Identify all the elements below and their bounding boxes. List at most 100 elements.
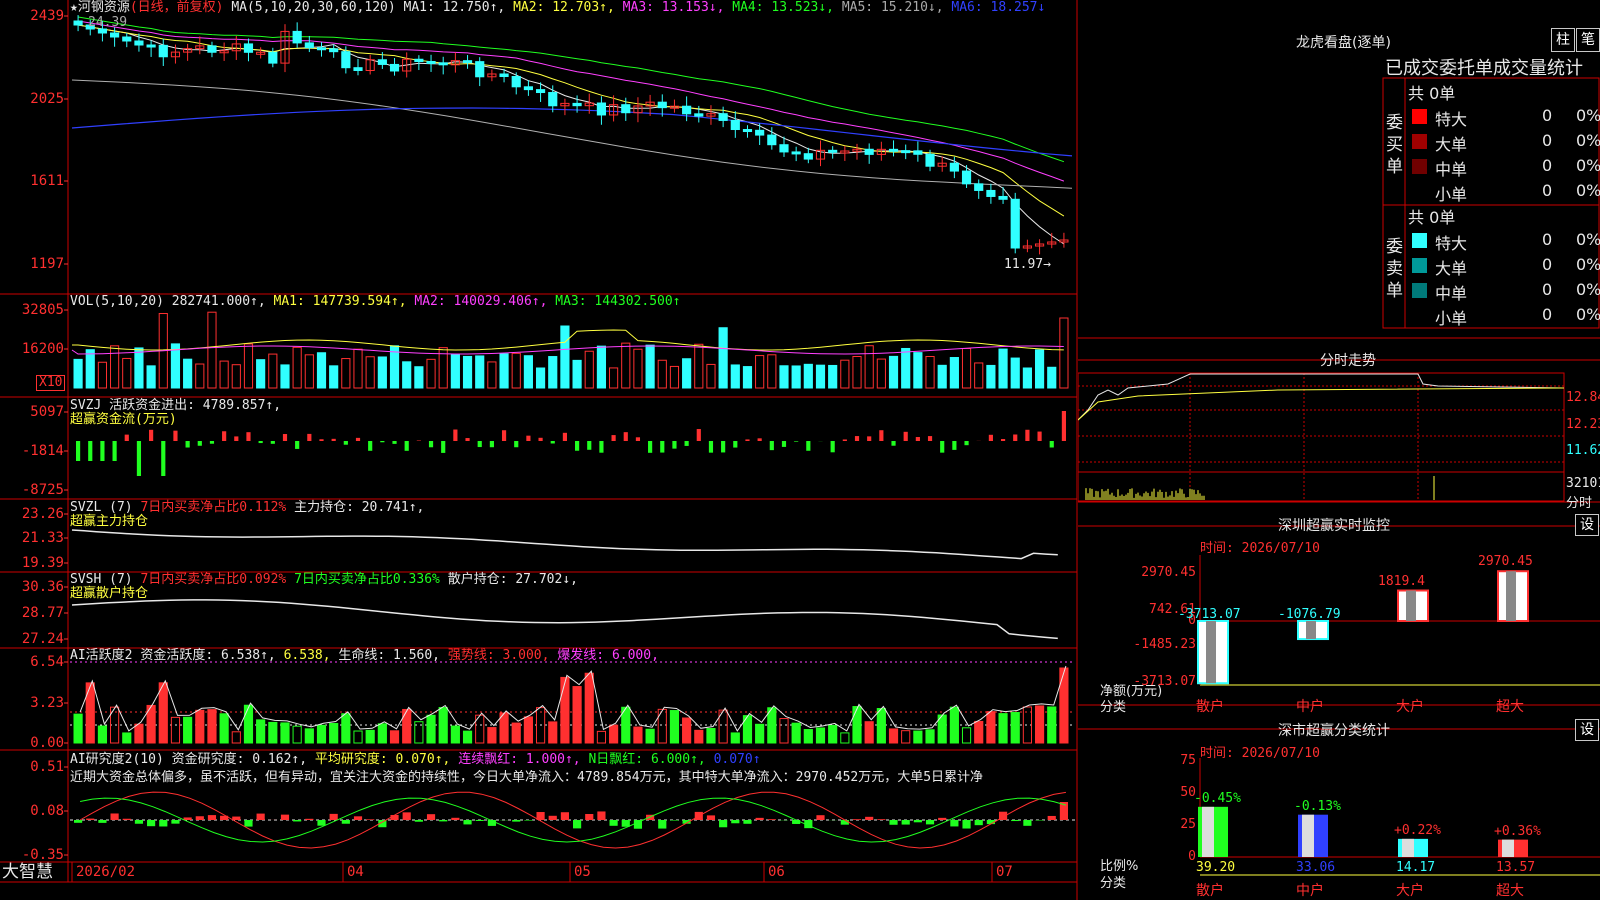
intraday-title[interactable]: 分时走势 — [1320, 350, 1376, 370]
volume-bar — [572, 359, 582, 389]
ai2-bar — [280, 814, 290, 820]
order-count: 0 — [1542, 255, 1553, 274]
svzj-bar — [927, 436, 933, 441]
tick-mode-button[interactable]: 笔 — [1576, 28, 1600, 52]
svsh-legend: SVSH (7) 7日内买卖净占比0.092% 7日内买卖净占比0.336% 散… — [70, 572, 578, 587]
legend-item: SVSH (7) — [70, 572, 141, 587]
ai1-bar — [888, 728, 899, 744]
volume-bar — [633, 348, 643, 389]
svzj-bar — [635, 437, 641, 441]
svsh-subtitle: 超赢散户持仓 — [70, 586, 149, 601]
szc-change-label: +0.22% — [1394, 822, 1441, 838]
chart-mode[interactable]: (日线，前复权) — [130, 0, 224, 15]
szc-y-label: 75 — [1180, 753, 1196, 768]
svzj-bar — [842, 439, 847, 441]
legend-item: MA1: 147739.594↑, — [273, 294, 415, 309]
svzj-bar — [258, 441, 263, 444]
svzj-bar — [88, 441, 93, 461]
volume-bar — [304, 354, 314, 389]
date-label: 07 — [996, 864, 1013, 880]
volume-bar — [475, 355, 485, 389]
ai1-bar — [596, 730, 607, 744]
ai1-bar — [730, 732, 740, 744]
szc-bar-shade — [1302, 814, 1314, 857]
vol-unit-badge[interactable]: X10 — [36, 375, 66, 391]
ma-label: MA(5,10,20,30,60,120) — [231, 0, 396, 15]
candle-body — [475, 61, 485, 78]
ai2-bar — [585, 814, 594, 820]
candle-body — [621, 104, 631, 114]
order-name: 特大 — [1435, 110, 1468, 129]
ai2-bar — [207, 815, 217, 820]
ai1-bar — [584, 672, 594, 744]
szc-bar-shade — [1202, 806, 1214, 857]
order-name: 中单 — [1435, 160, 1468, 179]
szm-category: 散户 — [1196, 699, 1224, 715]
ai2-bar — [293, 820, 302, 822]
y-label: 0.00 — [30, 735, 64, 751]
volume-bar — [998, 348, 1008, 389]
szm-value-label: -1076.79 — [1278, 607, 1341, 622]
volume-bar — [85, 349, 95, 389]
sz-monitor-time: 时间: 2026/07/10 — [1200, 541, 1320, 556]
candle-body — [961, 170, 972, 185]
volume-bar — [450, 353, 460, 389]
ai1-bar — [755, 723, 765, 744]
y-label: 1611 — [30, 173, 64, 189]
ai1-bar — [292, 725, 302, 744]
candle-body — [730, 119, 740, 131]
volume-bar — [280, 364, 290, 389]
svzj-bar — [246, 432, 251, 441]
ai2-bar — [1047, 815, 1056, 820]
szm-value-label: 1819.4 — [1378, 573, 1425, 589]
color-swatch — [1412, 283, 1427, 298]
svzj-bar — [149, 429, 154, 441]
bar-mode-button[interactable]: 柱 — [1551, 28, 1575, 52]
candle-body — [110, 32, 120, 38]
stock-title[interactable]: ★河钢资源 — [70, 0, 130, 15]
legend-item: SVZL (7) — [70, 500, 141, 515]
order-count: 0 — [1542, 106, 1553, 125]
ai1-bar — [548, 721, 558, 744]
legend-item: 散户持仓: 27.702↓, — [447, 572, 578, 587]
dragon-subtitle: 已成交委托单成交量统计 — [1385, 58, 1583, 79]
svzj-bar — [404, 441, 409, 451]
volume-bar — [256, 359, 266, 389]
legend-item: 0.070↑ — [713, 752, 761, 767]
volume-bar — [888, 355, 899, 389]
ai2-bar — [353, 816, 363, 820]
order-pct: 0% — [1576, 305, 1600, 324]
ai2-bar — [183, 817, 192, 820]
candle-body — [523, 86, 533, 91]
ai1-bar — [694, 729, 704, 744]
ai2-bar — [889, 820, 898, 825]
svzj-bar — [112, 441, 117, 461]
sz-monitor-settings-button[interactable]: 设 — [1575, 514, 1599, 536]
legend-item: VOL(5,10,20) — [70, 294, 172, 309]
svzj-bar — [1061, 411, 1066, 441]
ma-value: MA3: 13.153↓, — [622, 0, 733, 15]
volume-bar — [110, 345, 120, 389]
svzj-bar — [952, 441, 957, 450]
volume-bar — [986, 364, 996, 389]
sz-class-title: 深市超赢分类统计 — [1278, 723, 1390, 739]
svzj-bar — [100, 441, 105, 461]
svzj-bar — [672, 441, 677, 449]
ai2-bar — [232, 816, 241, 820]
candle-body — [657, 101, 667, 109]
ai2-bar — [341, 820, 350, 824]
szc-bar — [1398, 838, 1428, 857]
ai1-bar — [864, 721, 874, 744]
order-name: 中单 — [1435, 284, 1468, 303]
sz-class-settings-button[interactable]: 设 — [1575, 719, 1599, 741]
ai2-bar — [670, 820, 679, 821]
svzj-bar — [76, 441, 81, 461]
order-pct: 0% — [1576, 156, 1600, 175]
ai1-bar — [876, 708, 886, 744]
svzj-bar — [1000, 439, 1006, 441]
order-pct: 0% — [1576, 131, 1600, 150]
volume-bar — [949, 357, 959, 389]
volume-bar — [1047, 366, 1057, 389]
ai1-bar — [974, 720, 984, 744]
volume-bar — [414, 366, 424, 389]
